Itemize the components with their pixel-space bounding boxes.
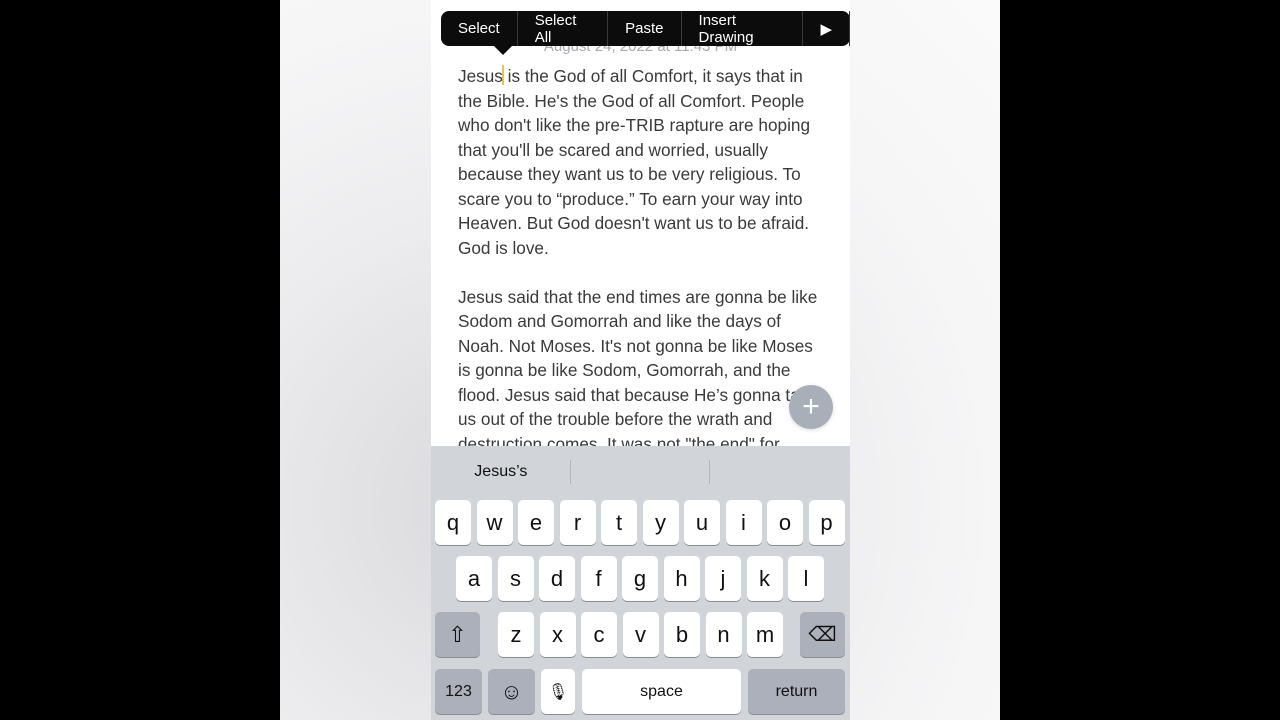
note-paragraph[interactable]: Jesus is the God of all Comfort, it says…	[458, 64, 828, 260]
suggestion-item[interactable]: Jesus’s	[431, 446, 571, 498]
menu-insert-drawing[interactable]: Insert Drawing	[682, 11, 804, 46]
key-s[interactable]: s	[497, 556, 534, 601]
key-d[interactable]: d	[539, 556, 575, 601]
dictation-key[interactable]: 🎙	[541, 669, 575, 714]
key-o[interactable]: o	[767, 500, 803, 545]
key-row-2: asdfghjkl	[431, 556, 850, 602]
numbers-key[interactable]: 123	[435, 669, 482, 714]
key-t[interactable]: t	[601, 500, 637, 545]
shift-icon: ⇧	[448, 621, 467, 647]
emoji-icon: ☺	[500, 678, 523, 704]
key-q[interactable]: q	[435, 500, 471, 545]
plus-icon: +	[802, 390, 820, 423]
key-l[interactable]: l	[788, 556, 824, 601]
menu-select[interactable]: Select	[441, 11, 518, 46]
key-row-1: qwertyuiop	[431, 500, 850, 546]
key-p[interactable]: p	[808, 500, 845, 545]
phone-screen: August 24, 2022 at 11:43 PM Jesus is the…	[431, 0, 850, 720]
edit-context-menu: Select Select All Paste Insert Drawing ▶	[441, 11, 850, 55]
key-n[interactable]: n	[705, 612, 742, 657]
key-i[interactable]: i	[725, 500, 762, 545]
return-key[interactable]: return	[748, 669, 845, 714]
suggestion-bar: Jesus’s	[431, 446, 850, 498]
keyboard: Jesus’s qwertyuiop asdfghjkl ⇧ ⌫ zxcvbnm…	[431, 446, 850, 720]
delete-key[interactable]: ⌫	[800, 612, 845, 657]
menu-paste[interactable]: Paste	[608, 11, 682, 46]
key-j[interactable]: j	[705, 556, 741, 601]
key-e[interactable]: e	[518, 500, 554, 545]
key-k[interactable]: k	[746, 556, 783, 601]
note-paragraph[interactable]: Jesus said that the end times are gonna …	[458, 285, 828, 457]
cursor-word: Jesus	[458, 66, 503, 86]
key-g[interactable]: g	[622, 556, 658, 601]
microphone-icon: 🎙	[547, 683, 569, 701]
key-b[interactable]: b	[664, 612, 700, 657]
delete-icon: ⌫	[808, 624, 837, 646]
suggestion-item[interactable]	[571, 446, 711, 498]
key-m[interactable]: m	[747, 612, 783, 657]
key-x[interactable]: x	[539, 612, 576, 657]
key-r[interactable]: r	[559, 500, 596, 545]
shift-key[interactable]: ⇧	[435, 612, 480, 657]
note-body[interactable]: Jesus is the God of all Comfort, it says…	[458, 64, 828, 481]
add-button[interactable]: +	[789, 385, 833, 429]
key-row-4: 123 ☺ 🎙 space return	[431, 669, 850, 715]
key-w[interactable]: w	[476, 500, 513, 545]
key-z[interactable]: z	[498, 612, 534, 657]
key-c[interactable]: c	[581, 612, 617, 657]
menu-more-arrow-icon[interactable]: ▶	[803, 11, 850, 46]
menu-pointer	[493, 45, 513, 55]
key-u[interactable]: u	[684, 500, 720, 545]
menu-select-all[interactable]: Select All	[518, 11, 609, 46]
key-f[interactable]: f	[580, 556, 617, 601]
key-h[interactable]: h	[663, 556, 700, 601]
key-y[interactable]: y	[642, 500, 679, 545]
space-key[interactable]: space	[582, 669, 741, 714]
suggestion-item[interactable]	[710, 446, 850, 498]
key-a[interactable]: a	[456, 556, 492, 601]
emoji-key[interactable]: ☺	[488, 669, 535, 714]
key-v[interactable]: v	[622, 612, 659, 657]
key-row-3: ⇧ ⌫ zxcvbnm	[431, 612, 850, 658]
